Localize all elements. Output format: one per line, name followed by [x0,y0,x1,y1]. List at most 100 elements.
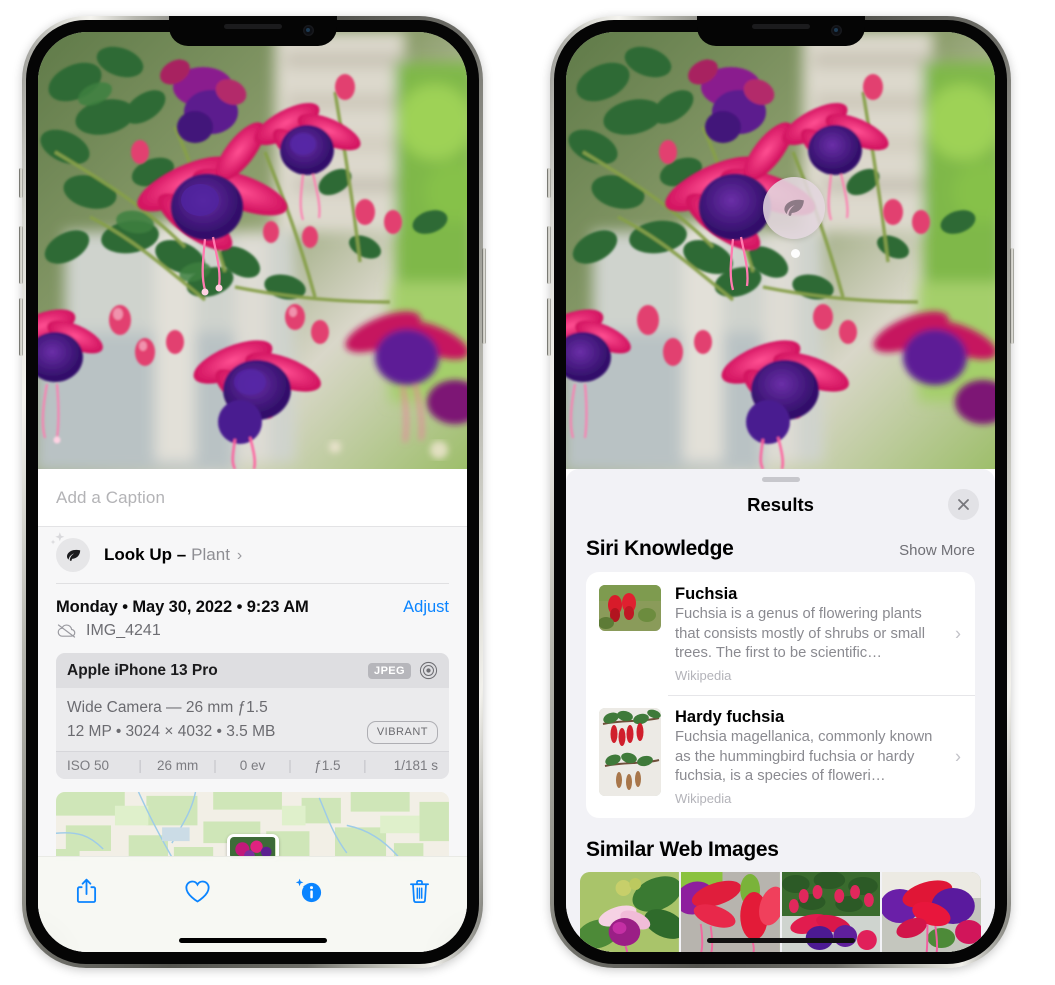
knowledge-thumbnail [599,585,661,631]
fuchsia-photo [38,32,467,469]
device-bezel: Add a Caption Look Up – Plant › Monday •… [26,20,479,964]
format-badge: JPEG [368,662,411,679]
web-image-4[interactable] [882,872,981,952]
iphone-right-device: Results Siri Knowledge Show More Fuchsia… [547,16,1014,968]
knowledge-source: Wikipedia [675,791,732,807]
exif-shutter: 1/181 s [393,758,439,774]
similar-web-images-header: Similar Web Images [566,818,995,872]
knowledge-title: Hardy fuchsia [675,708,785,727]
exif-card-header: Apple iPhone 13 Pro JPEG [56,653,449,688]
info-button[interactable] [286,871,330,911]
show-more-button[interactable]: Show More [899,542,975,559]
close-button[interactable] [948,489,979,520]
sparkles-icon [50,532,65,545]
right-screen: Results Siri Knowledge Show More Fuchsia… [566,32,995,952]
fuchsia-web-thumb-1 [580,872,679,952]
home-indicator[interactable] [706,938,855,943]
web-image-1[interactable] [580,872,679,952]
heart-icon [184,880,210,903]
close-icon [958,499,969,510]
exif-values-row: ISO 50 | 26 mm | 0 ev | ƒ1.5 | 1/181 s [56,751,449,780]
photo-datetime: Monday • May 30, 2022 • 9:23 AM [56,598,309,616]
device-model: Apple iPhone 13 Pro [67,661,218,679]
share-button[interactable] [64,871,108,911]
look-up-label-group: Look Up – Plant › [104,545,242,565]
trash-icon [409,879,429,903]
visual-look-up-badge[interactable] [763,177,825,239]
device-bezel: Results Siri Knowledge Show More Fuchsia… [554,20,1007,964]
look-up-row[interactable]: Look Up – Plant › [38,527,467,583]
info-sparkle-icon [295,878,322,903]
knowledge-description: Fuchsia magellanica, commonly known as t… [675,729,933,785]
fuchsia-web-thumb-4 [882,872,981,952]
knowledge-item-fuchsia[interactable]: Fuchsia Fuchsia is a genus of flowering … [586,572,975,695]
knowledge-description: Fuchsia is a genus of flowering plants t… [675,606,925,662]
front-camera [302,25,314,36]
chevron-right-icon: › [236,547,243,564]
size-line: 12 MP • 3024 × 4032 • 3.5 MB [67,723,276,741]
exif-card-body: Wide Camera — 26 mm ƒ1.5 12 MP • 3024 × … [56,688,449,752]
photo-filename: IMG_4241 [86,622,161,639]
volume-down-button[interactable] [19,298,23,356]
photographic-style-badge: VIBRANT [366,720,438,744]
exif-metadata-card[interactable]: Apple iPhone 13 Pro JPEG Wide Camera — 2… [56,653,449,780]
adjust-button[interactable]: Adjust [403,598,449,617]
caption-placeholder: Add a Caption [56,487,166,507]
favorite-button[interactable] [175,871,219,911]
location-map-card[interactable] [56,792,449,863]
screenshot-stage: Add a Caption Look Up – Plant › Monday •… [0,0,1055,985]
fuchsia-photo [566,32,995,469]
exif-aperture: ƒ1.5 [314,758,341,774]
knowledge-source: Wikipedia [675,668,732,684]
knowledge-title: Fuchsia [675,585,738,603]
device-notch [168,16,337,46]
knowledge-item-hardy-fuchsia[interactable]: Hardy fuchsia Fuchsia magellanica, commo… [586,695,975,818]
similar-web-images-title: Similar Web Images [586,838,779,862]
lens-icon [419,661,438,680]
home-indicator[interactable] [178,938,327,943]
exif-ev: 0 ev [239,758,266,774]
side-power-button[interactable] [1010,248,1014,344]
exif-iso: ISO 50 [67,758,110,774]
siri-knowledge-card: Fuchsia Fuchsia is a genus of flowering … [586,572,975,819]
results-sheet: Results Siri Knowledge Show More Fuchsia… [566,469,995,952]
volume-up-button[interactable] [547,226,551,284]
icloud-slash-icon [57,624,76,638]
leaf-icon [784,199,804,216]
look-up-label: Look Up – [104,545,187,564]
photo-viewer[interactable] [566,32,995,469]
exif-header-tags: JPEG [368,661,438,680]
results-title: Results [747,494,814,515]
silent-switch[interactable] [19,168,23,198]
share-icon [76,878,96,903]
visual-look-up-anchor-dot [791,249,800,258]
knowledge-text: Hardy fuchsia Fuchsia magellanica, commo… [675,708,962,806]
chevron-right-icon: › [955,623,961,643]
left-screen: Add a Caption Look Up – Plant › Monday •… [38,32,467,952]
fuchsia-thumbnail-1 [599,585,661,631]
lens-line: Wide Camera — 26 mm ƒ1.5 [67,699,268,716]
device-notch [696,16,865,46]
photo-viewer[interactable] [38,32,467,469]
siri-knowledge-title: Siri Knowledge [586,537,734,560]
leaf-badge [50,532,90,572]
side-power-button[interactable] [482,248,486,344]
silent-switch[interactable] [547,168,551,198]
delete-button[interactable] [397,871,441,911]
volume-down-button[interactable] [547,298,551,356]
iphone-left-device: Add a Caption Look Up – Plant › Monday •… [19,16,486,968]
front-camera [830,25,842,36]
photo-info-sheet: Add a Caption Look Up – Plant › Monday •… [38,469,467,952]
caption-field-row[interactable]: Add a Caption [38,469,467,527]
filename-row: IMG_4241 [38,617,467,640]
knowledge-thumbnail [599,708,661,797]
results-header: Results [566,482,995,528]
datetime-row: Monday • May 30, 2022 • 9:23 AM Adjust [38,584,467,617]
chevron-right-icon: › [955,746,961,767]
fuchsia-thumbnail-2 [599,708,661,797]
look-up-subject: Plant [191,545,230,564]
siri-knowledge-header: Siri Knowledge Show More [566,528,995,572]
volume-up-button[interactable] [19,226,23,284]
size-line-row: 12 MP • 3024 × 4032 • 3.5 MB VIBRANT [67,720,438,744]
earpiece-speaker [223,24,282,29]
